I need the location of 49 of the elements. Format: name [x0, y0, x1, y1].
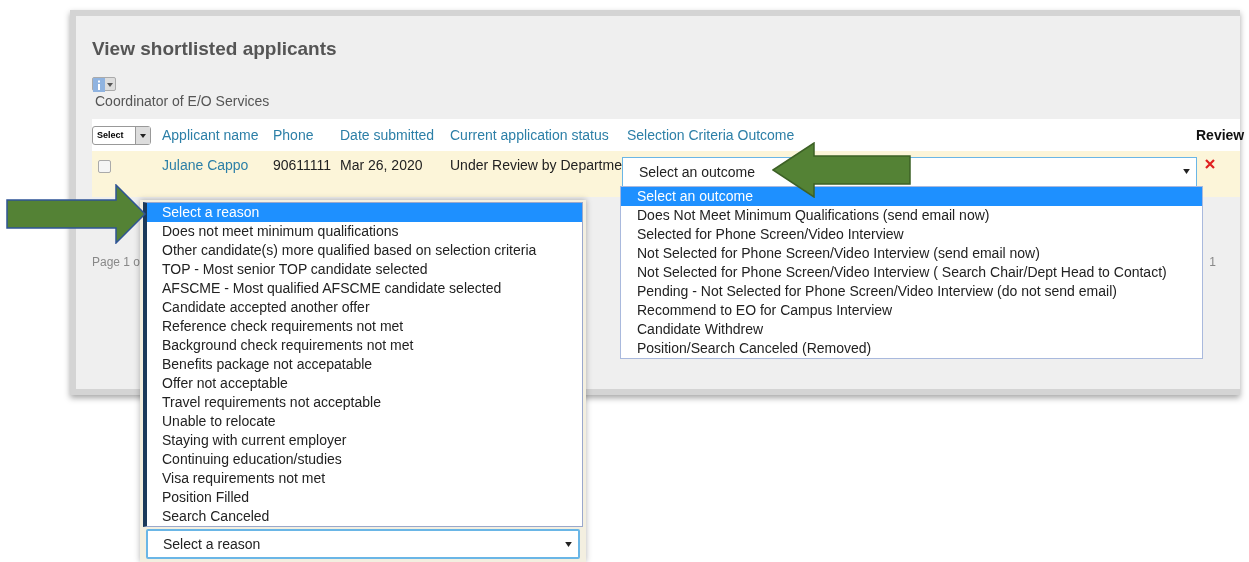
dropdown-option[interactable]: Position Filled: [147, 488, 582, 507]
column-header[interactable]: Phone: [273, 127, 314, 143]
table-cell: Mar 26, 2020: [340, 157, 423, 173]
column-header[interactable]: Selection Criteria Outcome: [627, 127, 795, 143]
dropdown-option[interactable]: Offer not acceptable: [147, 374, 582, 393]
caret-icon: [565, 542, 572, 547]
dropdown-option[interactable]: Pending - Not Selected for Phone Screen/Video Interview (do not send email): [621, 282, 1202, 301]
dropdown-option[interactable]: Not Selected for Phone Screen/Video Interview ( Search Chair/Dept Head to Contact): [621, 263, 1202, 282]
dropdown-option[interactable]: Other candidate(s) more qualified based on selection criteria: [147, 241, 582, 260]
dropdown-option[interactable]: Background check requirements not met: [147, 336, 582, 355]
caret-icon: [1183, 169, 1190, 174]
dropdown-option[interactable]: Visa requirements not met: [147, 469, 582, 488]
applicant-link[interactable]: Julane Cappo: [162, 157, 249, 173]
info-menu-button[interactable]: [92, 77, 116, 91]
info-icon: [93, 78, 105, 92]
row-checkbox[interactable]: [98, 160, 111, 173]
dropdown-option[interactable]: Continuing education/studies: [147, 450, 582, 469]
column-header[interactable]: Applicant name: [162, 127, 259, 143]
reason-select[interactable]: Select a reason: [146, 529, 580, 559]
right-arrow-icon: [6, 184, 146, 244]
dropdown-option[interactable]: AFSCME - Most qualified AFSCME candidate selected: [147, 279, 582, 298]
bulk-select-dropdown[interactable]: Select: [92, 125, 151, 145]
caret-icon: [135, 126, 150, 144]
dropdown-option[interactable]: Reference check requirements not met: [147, 317, 582, 336]
dropdown-option[interactable]: Position/Search Canceled (Removed): [621, 339, 1202, 358]
dropdown-option[interactable]: Staying with current employer: [147, 431, 582, 450]
page-indicator: 1: [1209, 255, 1216, 269]
column-header[interactable]: Date submitted: [340, 127, 435, 143]
dropdown-option[interactable]: Candidate Withdrew: [621, 320, 1202, 339]
dropdown-option[interactable]: Unable to relocate: [147, 412, 582, 431]
dropdown-option[interactable]: Candidate accepted another offer: [147, 298, 582, 317]
table-cell: Under Review by Departme: [450, 157, 622, 173]
position-title: Coordinator of E/O Services: [95, 93, 271, 109]
dropdown-option[interactable]: TOP - Most senior TOP candidate selected: [147, 260, 582, 279]
dropdown-option[interactable]: Does Not Meet Minimum Qualifications (send email now): [621, 206, 1202, 225]
dropdown-option[interactable]: Not Selected for Phone Screen/Video Interview (send email now): [621, 244, 1202, 263]
dropdown-option[interactable]: Selected for Phone Screen/Video Interview: [621, 225, 1202, 244]
dropdown-option[interactable]: Search Canceled: [147, 507, 582, 526]
dropdown-option[interactable]: Does not meet minimum qualifications: [147, 222, 582, 241]
remove-icon[interactable]: [1205, 159, 1215, 169]
table-cell: 90611111: [273, 157, 332, 173]
dropdown-option[interactable]: Travel requirements not acceptable: [147, 393, 582, 412]
dropdown-option[interactable]: Recommend to EO for Campus Interview: [621, 301, 1202, 320]
left-arrow-icon: [772, 142, 912, 198]
page-title: View shortlisted applicants: [92, 38, 338, 60]
dropdown-option[interactable]: Benefits package not accepatable: [147, 355, 582, 374]
column-header[interactable]: Current application status: [450, 127, 609, 143]
column-header: Review: [1196, 127, 1245, 143]
page-indicator: Page 1 o: [92, 255, 141, 269]
